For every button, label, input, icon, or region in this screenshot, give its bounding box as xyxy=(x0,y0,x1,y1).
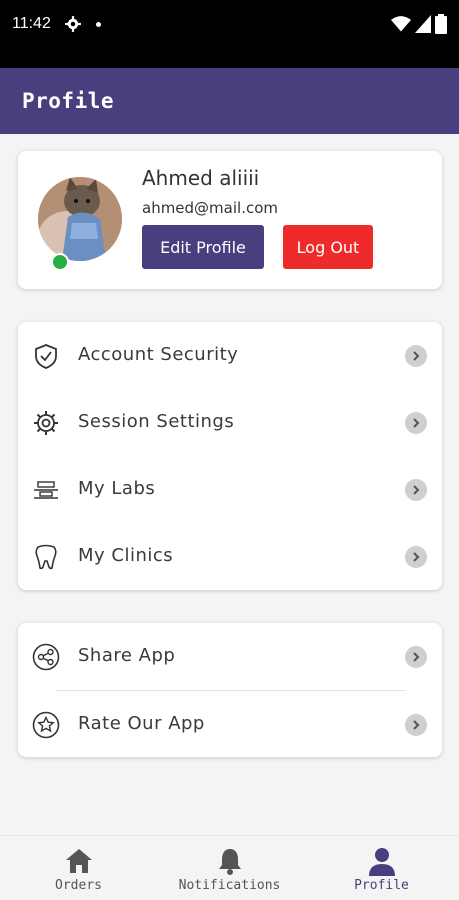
profile-card: Ahmed aliiii ahmed@mail.com Edit Profile… xyxy=(18,151,442,289)
star-icon xyxy=(32,711,60,739)
settings-notification-icon xyxy=(65,16,81,32)
lab-icon xyxy=(34,481,58,499)
wifi-icon xyxy=(391,16,411,32)
avatar[interactable] xyxy=(38,177,122,261)
person-icon xyxy=(369,848,395,876)
user-email: ahmed@mail.com xyxy=(142,199,279,217)
tooth-icon xyxy=(35,544,57,570)
menu-item-session-settings[interactable]: Session Settings xyxy=(18,389,442,455)
app-bar: Profile xyxy=(0,68,459,134)
user-name: Ahmed aliiii xyxy=(142,166,260,190)
notification-dot-icon xyxy=(96,22,101,27)
menu-item-account-security[interactable]: Account Security xyxy=(18,322,442,388)
bell-icon xyxy=(219,849,241,875)
chevron-right-icon xyxy=(405,646,427,668)
signal-icon xyxy=(415,15,431,33)
settings-menu-card: Account Security Session Settings My Lab… xyxy=(18,322,442,590)
menu-item-rate-our-app[interactable]: Rate Our App xyxy=(18,691,442,757)
edit-profile-button[interactable]: Edit Profile xyxy=(142,225,264,269)
nav-notifications[interactable]: Notifications xyxy=(153,836,306,900)
chevron-right-icon xyxy=(405,546,427,568)
shield-check-icon xyxy=(35,344,57,369)
nav-label: Orders xyxy=(55,878,102,893)
menu-item-label: My Labs xyxy=(78,478,156,499)
menu-item-label: Account Security xyxy=(78,344,239,365)
menu-item-my-labs[interactable]: My Labs xyxy=(18,456,442,522)
battery-icon xyxy=(435,14,447,34)
menu-item-label: My Clinics xyxy=(78,545,174,566)
menu-item-label: Session Settings xyxy=(78,411,235,432)
avatar-cat-image xyxy=(38,177,122,261)
chevron-right-icon xyxy=(405,345,427,367)
page-title: Profile xyxy=(22,89,115,113)
online-status-indicator xyxy=(51,253,69,271)
chevron-right-icon xyxy=(405,412,427,434)
menu-item-my-clinics[interactable]: My Clinics xyxy=(18,523,442,589)
app-menu-card: Share App Rate Our App xyxy=(18,623,442,757)
nav-profile[interactable]: Profile xyxy=(305,836,458,900)
status-bar: 11:42 xyxy=(0,0,459,68)
menu-item-share-app[interactable]: Share App xyxy=(18,623,442,689)
nav-label: Profile xyxy=(354,878,409,893)
nav-label: Notifications xyxy=(178,878,281,893)
menu-item-label: Share App xyxy=(78,645,176,666)
gear-icon xyxy=(34,411,58,435)
share-icon xyxy=(32,643,60,671)
log-out-button[interactable]: Log Out xyxy=(283,225,373,269)
home-icon xyxy=(66,849,92,873)
chevron-right-icon xyxy=(405,479,427,501)
chevron-right-icon xyxy=(405,714,427,736)
nav-orders[interactable]: Orders xyxy=(2,836,155,900)
status-time: 11:42 xyxy=(12,15,51,32)
bottom-navigation: Orders Notifications Profile xyxy=(0,835,459,900)
menu-item-label: Rate Our App xyxy=(78,713,205,734)
